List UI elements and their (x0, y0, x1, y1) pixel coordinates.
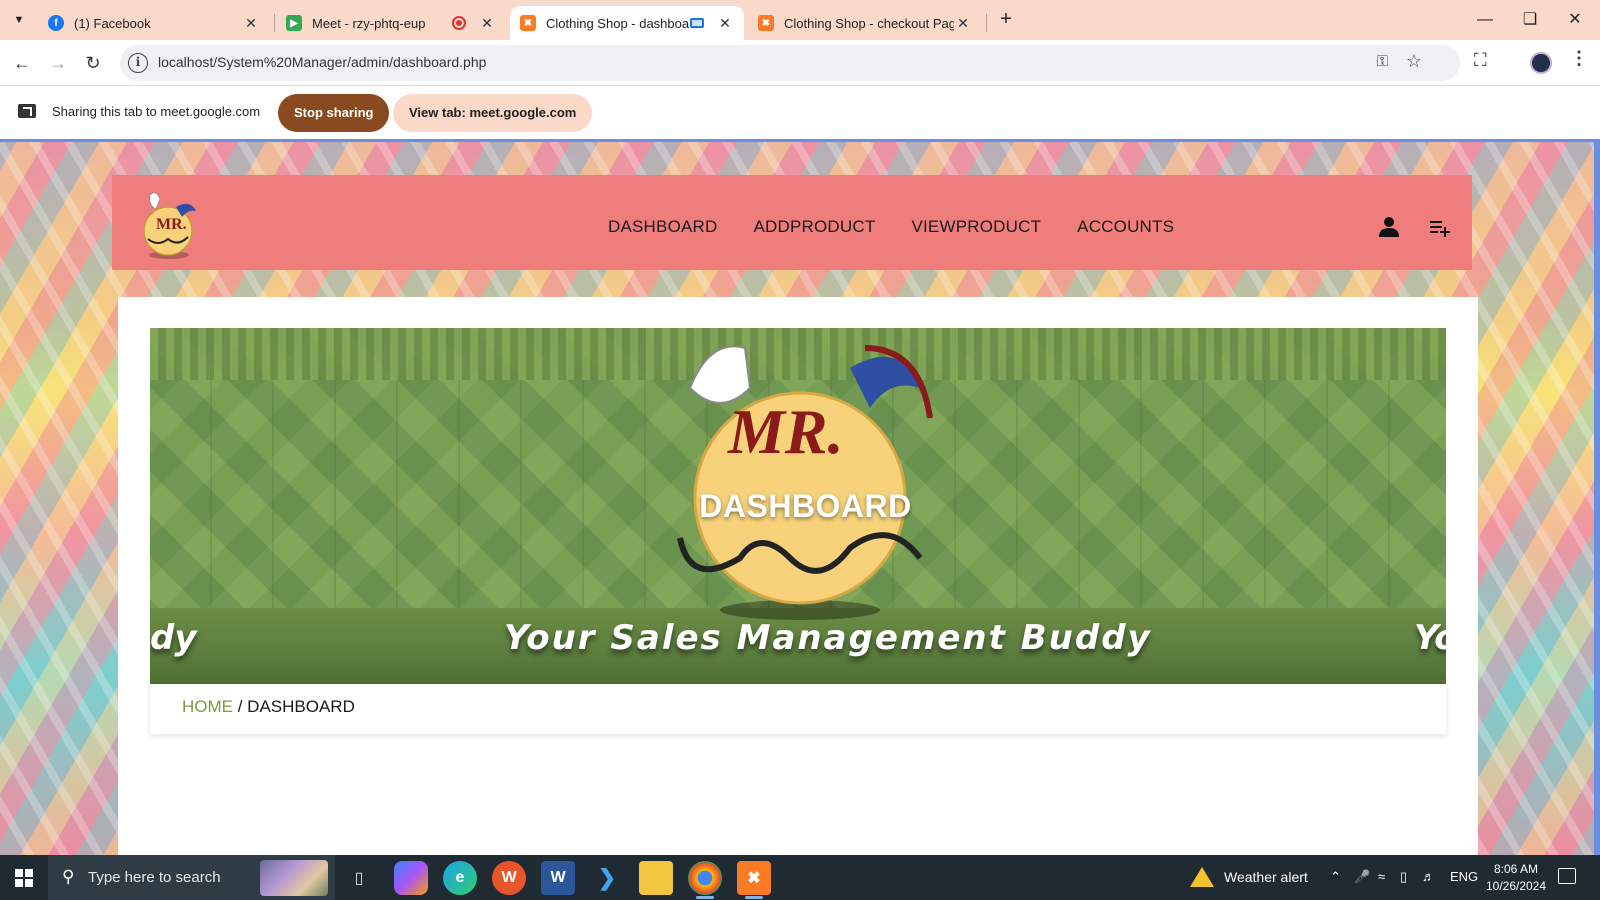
network-wifi-icon[interactable]: ≈ (1378, 869, 1385, 884)
tab-separator (274, 14, 275, 32)
hero-page-title: DASHBOARD (699, 488, 912, 524)
weather-alert-icon[interactable] (1190, 867, 1214, 887)
site-info-icon[interactable]: i (128, 53, 148, 73)
tab-sharing-bar: Sharing this tab to meet.google.com Stop… (0, 87, 1600, 139)
tab-close-icon[interactable]: ✕ (716, 15, 734, 32)
breadcrumb-card: HOME / DASHBOARD (150, 684, 1446, 734)
extensions-puzzle-icon[interactable]: ⛶ (1474, 50, 1487, 71)
stop-sharing-button[interactable]: Stop sharing (278, 94, 390, 132)
hero-tagline-scroll-left: dy (150, 618, 197, 658)
nav-viewproduct[interactable]: VIEWPRODUCT (911, 217, 1041, 237)
tab-title: (1) Facebook (74, 15, 151, 31)
logo-text: MR. (156, 216, 187, 233)
page-scrollbar[interactable] (1594, 142, 1600, 855)
notification-center-icon[interactable] (1558, 868, 1576, 884)
new-tab-plus-icon[interactable]: + (994, 8, 1018, 32)
clock-date: 10/26/2024 (1485, 879, 1547, 893)
copilot-icon[interactable] (394, 861, 428, 895)
browser-toolbar: ← → ↻ i localhost/System%20Manager/admin… (0, 40, 1600, 86)
taskbar-search-box[interactable]: ⚲ Type here to search (48, 855, 335, 900)
reload-icon[interactable]: ↻ (78, 48, 108, 78)
tab-facebook[interactable]: f (1) Facebook ✕ (38, 6, 270, 40)
password-key-icon[interactable]: ⚿ (1377, 53, 1388, 70)
tab-checkout[interactable]: ✖ Clothing Shop - checkout Page ✕ (748, 6, 982, 40)
tab-sharing-icon (690, 18, 704, 28)
nav-accounts[interactable]: ACCOUNTS (1077, 217, 1174, 237)
site-logo[interactable]: MR. (138, 189, 200, 261)
search-icon: ⚲ (62, 867, 75, 886)
breadcrumb-separator: / (233, 697, 248, 716)
address-bar[interactable]: i localhost/System%20Manager/admin/dashb… (120, 45, 1460, 81)
minimize-icon[interactable]: — (1465, 6, 1505, 34)
screen-share-icon (18, 104, 36, 118)
tab-dashboard[interactable]: ✖ Clothing Shop - dashboard ✕ (510, 6, 744, 40)
bookmark-star-icon[interactable]: ☆ (1406, 51, 1422, 72)
tab-close-icon[interactable]: ✕ (242, 15, 260, 32)
restore-icon[interactable]: ❏ (1510, 6, 1550, 34)
site-header: MR. DASHBOARD ADDPRODUCT VIEWPRODUCT ACC… (112, 175, 1472, 270)
back-arrow-icon[interactable]: ← (7, 48, 37, 78)
weather-alert-text[interactable]: Weather alert (1224, 869, 1308, 885)
sharing-status-text: Sharing this tab to meet.google.com (52, 104, 261, 119)
browser-tab-strip: ▼ f (1) Facebook ✕ ▶ Meet - rzy-phtq-eup… (0, 0, 1600, 40)
dashboard-hero-banner: MR. DASHBOARD dy Your Sales Management B… (150, 328, 1446, 684)
playlist-add-icon[interactable] (1428, 215, 1452, 239)
chrome-icon[interactable] (688, 861, 722, 899)
tab-close-icon[interactable]: ✕ (954, 15, 972, 32)
tab-meet[interactable]: ▶ Meet - rzy-phtq-eup ✕ (276, 6, 506, 40)
site-main-nav: DASHBOARD ADDPRODUCT VIEWPRODUCT ACCOUNT… (608, 217, 1174, 237)
tab-title: Meet - rzy-phtq-eup (312, 15, 426, 31)
battery-icon[interactable]: ▯ (1400, 869, 1407, 885)
google-meet-icon: ▶ (286, 15, 302, 31)
profile-avatar[interactable] (1530, 52, 1552, 74)
breadcrumb-home-link[interactable]: HOME (182, 697, 233, 716)
nav-dashboard[interactable]: DASHBOARD (608, 217, 718, 237)
hero-tagline: Your Sales Management Buddy (504, 618, 1152, 658)
tab-title: Clothing Shop - dashboard (546, 15, 690, 31)
user-account-icon[interactable] (1377, 215, 1401, 239)
tab-title: Clothing Shop - checkout Page (784, 15, 954, 31)
input-language[interactable]: ENG (1450, 869, 1478, 884)
xampp-icon[interactable]: ✖ (737, 861, 771, 899)
emblem-logo-text: MR. (727, 396, 844, 467)
tab-close-icon[interactable]: ✕ (478, 15, 496, 32)
page-viewport: MR. DASHBOARD ADDPRODUCT VIEWPRODUCT ACC… (0, 139, 1600, 855)
window-close-icon[interactable]: ✕ (1555, 6, 1595, 34)
system-clock[interactable]: 8:06 AM 10/26/2024 (1484, 861, 1548, 895)
browser-menu-icon[interactable]: ⋮ (1570, 48, 1588, 69)
tab-separator (986, 14, 987, 32)
windows-start-icon[interactable] (0, 855, 48, 900)
mr-mascot-emblem: MR. (677, 345, 933, 620)
volume-icon[interactable]: ♬ (1422, 869, 1435, 884)
file-explorer-icon[interactable] (639, 861, 673, 895)
view-tab-button[interactable]: View tab: meet.google.com (393, 94, 593, 132)
facebook-icon: f (48, 15, 64, 31)
edge-browser-icon[interactable]: e (443, 861, 477, 895)
word-icon[interactable]: W (541, 861, 575, 895)
tab-search-dropdown-icon[interactable]: ▼ (6, 7, 32, 33)
search-highlight-image[interactable] (260, 860, 328, 896)
windows-taskbar: ⚲ Type here to search ▯ e W W ❯ ✖ Weathe… (0, 855, 1600, 900)
search-placeholder: Type here to search (88, 869, 221, 886)
address-url[interactable]: localhost/System%20Manager/admin/dashboa… (158, 54, 486, 70)
task-view-icon[interactable]: ▯ (342, 861, 376, 895)
recording-icon (452, 16, 466, 30)
breadcrumb-current: DASHBOARD (247, 697, 355, 716)
wps-office-icon[interactable]: W (492, 861, 526, 895)
xampp-icon: ✖ (520, 15, 536, 31)
nav-addproduct[interactable]: ADDPRODUCT (754, 217, 876, 237)
show-hidden-icons-chevron-icon[interactable]: ⌃ (1330, 869, 1341, 885)
microphone-icon[interactable]: 🎤 (1354, 869, 1370, 885)
hero-tagline-scroll-right: Yo (1414, 618, 1446, 658)
clock-time: 8:06 AM (1493, 862, 1539, 876)
forward-arrow-icon[interactable]: → (43, 48, 73, 78)
vscode-icon[interactable]: ❯ (590, 861, 624, 895)
breadcrumb: HOME / DASHBOARD (182, 697, 355, 717)
xampp-icon: ✖ (758, 15, 774, 31)
